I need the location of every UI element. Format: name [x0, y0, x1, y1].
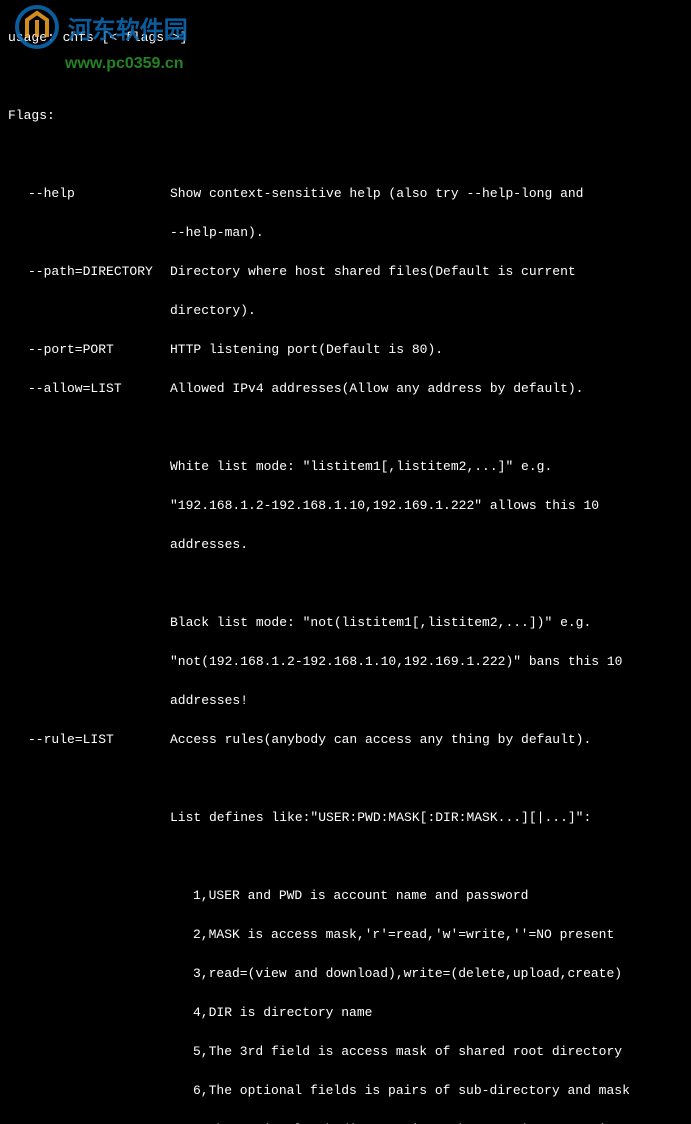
rule-item-3: 3,read=(view and download),write=(delete… — [8, 964, 683, 984]
allow-black-3: addresses! — [8, 691, 683, 711]
blank-line — [8, 67, 683, 87]
allow-black-2: "not(192.168.1.2-192.168.1.10,192.169.1.… — [8, 652, 683, 672]
blank-line — [8, 574, 683, 594]
flag-port-row: --port=PORTHTTP listening port(Default i… — [8, 340, 683, 360]
blank-line — [8, 847, 683, 867]
flag-rule-row: --rule=LISTAccess rules(anybody can acce… — [8, 730, 683, 750]
flags-header: Flags: — [8, 106, 683, 126]
rule-item-2: 2,MASK is access mask,'r'=read,'w'=write… — [8, 925, 683, 945]
rule-item-6: 6,The optional fields is pairs of sub-di… — [8, 1081, 683, 1101]
allow-white-1: White list mode: "listitem1[,listitem2,.… — [8, 457, 683, 477]
blank-line — [8, 769, 683, 789]
rule-listdef: List defines like:"USER:PWD:MASK[:DIR:MA… — [8, 808, 683, 828]
flag-help-row: --helpShow context-sensitive help (also … — [8, 184, 683, 204]
rule-item-5: 5,The 3rd field is access mask of shared… — [8, 1042, 683, 1062]
flag-rule: --rule=LIST — [28, 730, 170, 750]
rule-item-1: 1,USER and PWD is account name and passw… — [8, 886, 683, 906]
flag-path-row: --path=DIRECTORYDirectory where host sha… — [8, 262, 683, 282]
allow-black-1: Black list mode: "not(listitem1[,listite… — [8, 613, 683, 633]
flag-allow-row: --allow=LISTAllowed IPv4 addresses(Allow… — [8, 379, 683, 399]
flag-path-desc-cont: directory). — [8, 301, 683, 321]
flag-allow: --allow=LIST — [28, 379, 170, 399]
flag-allow-desc: Allowed IPv4 addresses(Allow any address… — [170, 379, 583, 399]
flag-port: --port=PORT — [28, 340, 170, 360]
allow-white-3: addresses. — [8, 535, 683, 555]
flag-help-desc-cont: --help-man). — [8, 223, 683, 243]
flag-rule-desc: Access rules(anybody can access any thin… — [170, 730, 591, 750]
blank-line — [8, 145, 683, 165]
flag-help-desc: Show context-sensitive help (also try --… — [170, 184, 583, 204]
flag-path: --path=DIRECTORY — [28, 262, 170, 282]
flag-port-desc: HTTP listening port(Default is 80). — [170, 340, 443, 360]
usage-line: usage: chfs [< flags >] — [8, 28, 683, 48]
terminal-output: usage: chfs [< flags >] Flags: --helpSho… — [8, 8, 683, 1124]
flag-path-desc: Directory where host shared files(Defaul… — [170, 262, 576, 282]
blank-line — [8, 418, 683, 438]
rule-item-4: 4,DIR is directory name — [8, 1003, 683, 1023]
rule-item-7: 7,The optional sub-directory's mask over… — [8, 1120, 683, 1124]
allow-white-2: "192.168.1.2-192.168.1.10,192.169.1.222"… — [8, 496, 683, 516]
flag-help: --help — [28, 184, 170, 204]
